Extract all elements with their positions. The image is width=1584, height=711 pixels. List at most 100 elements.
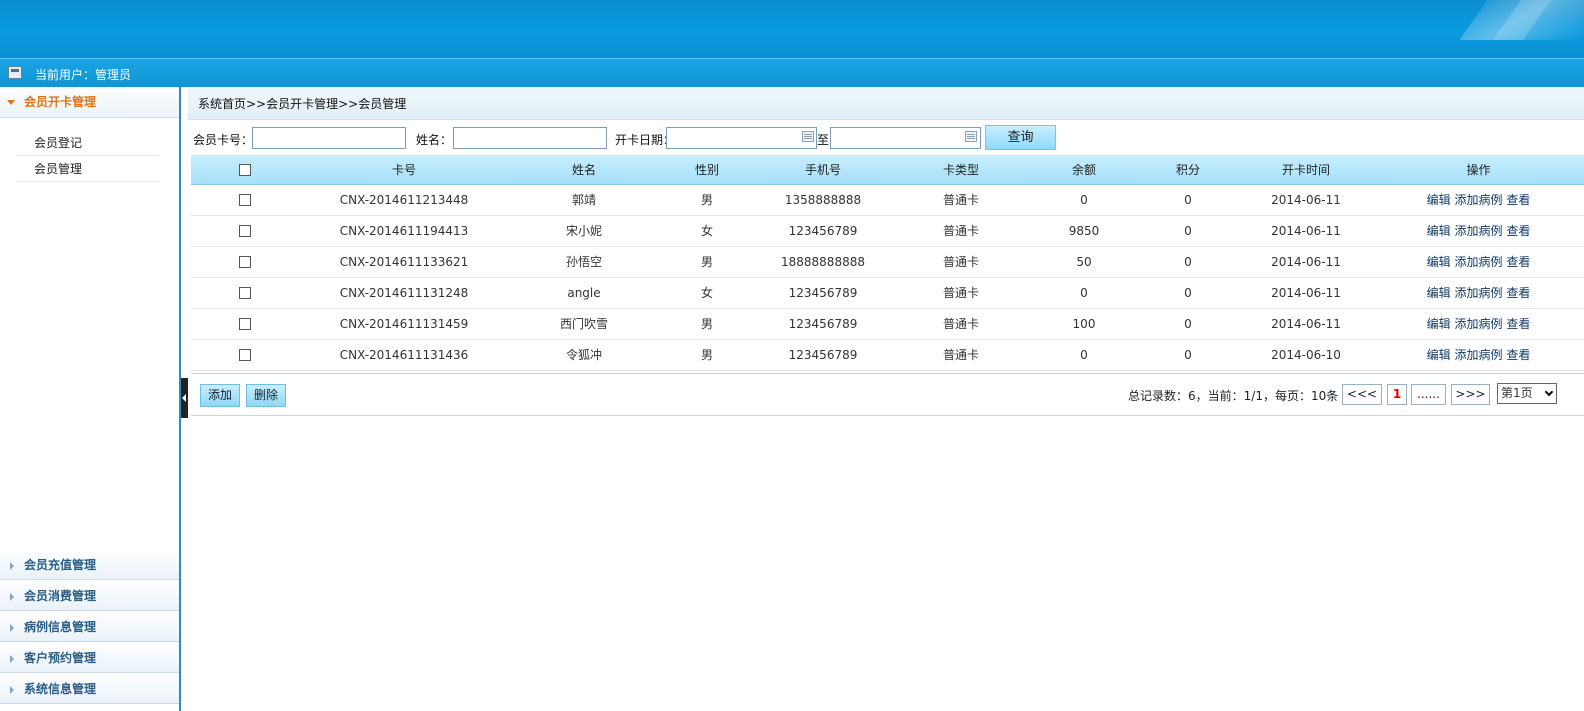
view-link[interactable]: 查看 (1506, 193, 1530, 207)
row-checkbox[interactable] (239, 225, 251, 237)
cell-open-date: 2014-06-11 (1239, 215, 1373, 247)
page-ellipsis-button[interactable]: ...... (1411, 384, 1446, 405)
cell-open-date: 2014-06-11 (1239, 246, 1373, 278)
cell-balance: 0 (1031, 339, 1137, 371)
cell-name: 郭靖 (509, 184, 659, 216)
edit-link[interactable]: 编辑 (1427, 255, 1451, 269)
row-select-cell (191, 308, 299, 340)
row-actions: 编辑 添加病例 查看 (1373, 246, 1584, 278)
row-select-cell (191, 339, 299, 371)
sidebar-collapse-handle[interactable] (181, 378, 188, 418)
calendar-icon[interactable] (965, 131, 977, 142)
menu-consume[interactable]: 会员消费管理 (0, 580, 179, 611)
cell-phone: 123456789 (755, 215, 891, 247)
edit-link[interactable]: 编辑 (1427, 193, 1451, 207)
menu-label: 系统信息管理 (24, 682, 97, 696)
sidebar-item-manage[interactable]: 会员管理 (16, 156, 159, 182)
cell-card-type: 普通卡 (891, 184, 1031, 216)
cell-card-no: CNX-2014611131248 (299, 277, 509, 309)
table-row: CNX-2014611131436 令狐冲男 123456789 普通卡 0 0 2014-… (191, 339, 1584, 371)
menu-label: 病例信息管理 (24, 620, 97, 634)
menu-system[interactable]: 系统信息管理 (0, 673, 179, 704)
menu-recharge[interactable]: 会员充值管理 (0, 549, 179, 580)
query-button[interactable]: 查询 (985, 125, 1056, 150)
sidebar-item-register[interactable]: 会员登记 (16, 130, 159, 156)
cell-points: 0 (1137, 184, 1239, 216)
cell-balance: 100 (1031, 308, 1137, 340)
row-checkbox[interactable] (239, 287, 251, 299)
cell-card-type: 普通卡 (891, 246, 1031, 278)
cell-card-type: 普通卡 (891, 308, 1031, 340)
bottom-toolbar: 添加 删除 总记录数：6，当前：1/1，每页：10条 <<< 1 ...... … (191, 373, 1584, 416)
cell-gender: 男 (659, 246, 755, 278)
menu-label: 会员充值管理 (24, 558, 97, 572)
date-to-input[interactable] (830, 127, 981, 149)
chevron-down-icon (1544, 387, 1554, 397)
edit-link[interactable]: 编辑 (1427, 286, 1451, 300)
add-button[interactable]: 添加 (200, 384, 241, 407)
menu-label: 会员消费管理 (24, 589, 97, 603)
edit-link[interactable]: 编辑 (1427, 317, 1451, 331)
row-checkbox[interactable] (239, 256, 251, 268)
edit-link[interactable]: 编辑 (1427, 224, 1451, 238)
menu-appointment[interactable]: 客户预约管理 (0, 642, 179, 673)
row-actions: 编辑 添加病例 查看 (1373, 215, 1584, 247)
cell-gender: 女 (659, 215, 755, 247)
add-case-link[interactable]: 添加病例 (1454, 286, 1502, 300)
cell-name: 孙悟空 (509, 246, 659, 278)
view-link[interactable]: 查看 (1506, 317, 1530, 331)
member-table: 卡号 姓名 性别 手机号 卡类型 余额 积分 开卡时间 操作 CNX-20146… (191, 155, 1584, 371)
cell-name: 令狐冲 (509, 339, 659, 371)
page-1-button[interactable]: 1 (1387, 384, 1407, 405)
row-checkbox[interactable] (239, 349, 251, 361)
next-page-button[interactable]: >>> (1451, 384, 1490, 405)
cell-balance: 0 (1031, 277, 1137, 309)
edit-link[interactable]: 编辑 (1427, 348, 1451, 362)
card-number-input[interactable] (252, 127, 406, 149)
add-case-link[interactable]: 添加病例 (1454, 317, 1502, 331)
name-input[interactable] (453, 127, 607, 149)
cell-card-type: 普通卡 (891, 277, 1031, 309)
view-link[interactable]: 查看 (1506, 348, 1530, 362)
user-bar: 当前用户：管理员 (0, 58, 1584, 87)
table-row: CNX-2014611131459 西门吹雪男 123456789 普通卡 100 0 20… (191, 308, 1584, 340)
add-case-link[interactable]: 添加病例 (1454, 193, 1502, 207)
row-checkbox[interactable] (239, 318, 251, 330)
menu-bottom-group: 会员充值管理 会员消费管理 病例信息管理 客户预约管理 系统信息管理 (0, 549, 179, 704)
table-row: CNX-2014611131248 angle 女 123456789 普通卡 0 0 201… (191, 277, 1584, 309)
row-checkbox[interactable] (239, 194, 251, 206)
view-link[interactable]: 查看 (1506, 255, 1530, 269)
view-link[interactable]: 查看 (1506, 224, 1530, 238)
cell-points: 0 (1137, 308, 1239, 340)
add-case-link[interactable]: 添加病例 (1454, 255, 1502, 269)
cell-phone: 123456789 (755, 308, 891, 340)
cell-card-type: 普通卡 (891, 339, 1031, 371)
header-card-type: 卡类型 (891, 155, 1031, 185)
delete-button[interactable]: 删除 (246, 384, 287, 407)
page-select[interactable]: 第1页 (1497, 383, 1557, 404)
page-select-value: 第1页 (1501, 386, 1533, 400)
breadcrumb: 系统首页>>会员开卡管理>>会员管理 (188, 87, 1584, 120)
search-bar: 会员卡号： 姓名： 开卡日期： 至 查询 (188, 125, 1584, 151)
current-user: 当前用户：管理员 (35, 68, 132, 82)
calendar-icon[interactable] (802, 131, 814, 142)
row-actions: 编辑 添加病例 查看 (1373, 184, 1584, 216)
menu-label: 客户预约管理 (24, 651, 97, 665)
arrow-down-icon (7, 100, 15, 105)
prev-page-button[interactable]: <<< (1342, 384, 1382, 405)
header-points: 积分 (1137, 155, 1239, 185)
add-case-link[interactable]: 添加病例 (1454, 224, 1502, 238)
menu-card-open[interactable]: 会员开卡管理 (0, 87, 179, 118)
main-panel: 系统首页>>会员开卡管理>>会员管理 会员卡号： 姓名： 开卡日期： 至 查询 … (188, 87, 1584, 711)
cell-balance: 0 (1031, 184, 1137, 216)
view-link[interactable]: 查看 (1506, 286, 1530, 300)
header-actions: 操作 (1373, 155, 1584, 185)
cell-open-date: 2014-06-10 (1239, 339, 1373, 371)
select-all-checkbox[interactable] (239, 163, 251, 176)
menu-cases[interactable]: 病例信息管理 (0, 611, 179, 642)
add-case-link[interactable]: 添加病例 (1454, 348, 1502, 362)
row-select-cell (191, 277, 299, 309)
row-actions: 编辑 添加病例 查看 (1373, 339, 1584, 371)
cell-card-no: CNX-2014611194413 (299, 215, 509, 247)
date-from-input[interactable] (666, 127, 817, 149)
